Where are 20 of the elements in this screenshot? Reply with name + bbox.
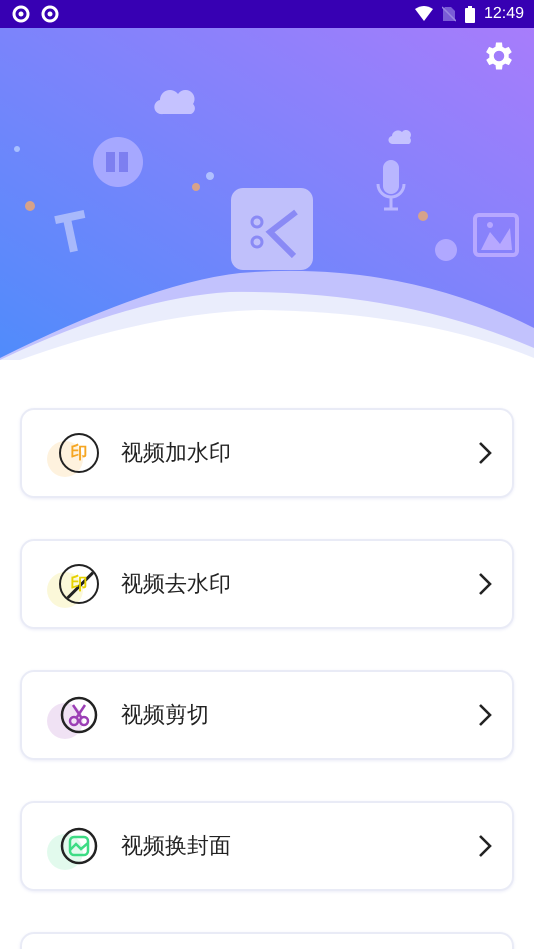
clock-time: 12:49 (484, 5, 524, 23)
feature-card[interactable]: 视频剪切 (20, 670, 514, 760)
chevron-right-icon (478, 572, 492, 596)
feature-card[interactable]: 视频换封面 (20, 801, 514, 891)
chevron-right-icon (478, 703, 492, 727)
accent-blob (47, 703, 83, 739)
chevron-right-icon (478, 834, 492, 858)
feature-card[interactable]: 印 视频加水印 (20, 408, 514, 498)
no-sim-icon (442, 6, 456, 22)
feature-label: 视频去水印 (121, 571, 232, 599)
stamp-icon: 印 (59, 433, 99, 473)
notification-icon (12, 5, 30, 23)
feature-label: 视频换封面 (121, 833, 232, 861)
accent-blob (47, 834, 83, 870)
notification-icon (41, 5, 59, 23)
feature-label: 视频剪切 (121, 702, 210, 730)
feature-label: 视频加水印 (121, 440, 232, 468)
chevron-right-icon (478, 441, 492, 465)
battery-icon (464, 6, 475, 22)
wifi-icon (414, 6, 433, 22)
